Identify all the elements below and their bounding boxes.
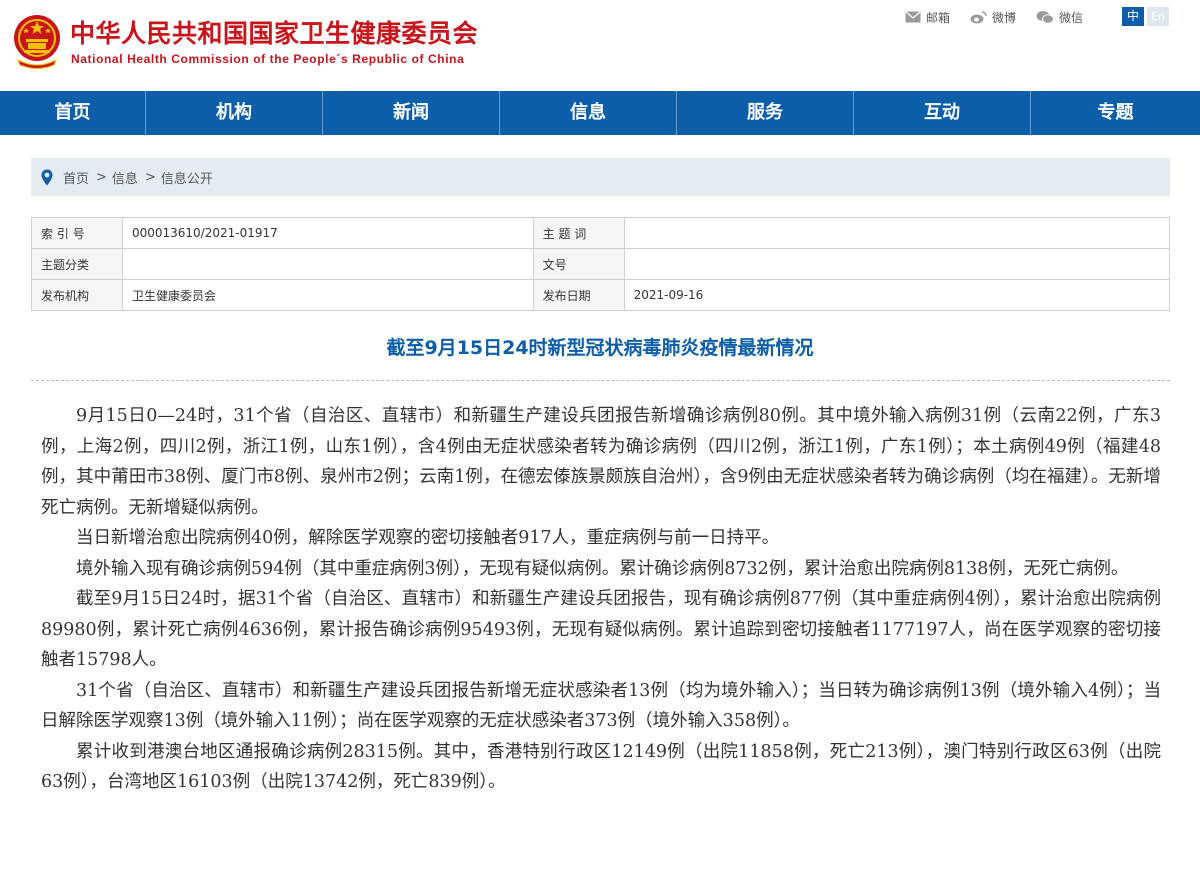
document-meta-table: 索 引 号 000013610/2021-01917 主 题 词 主题分类 文号… (31, 217, 1171, 311)
site-title-en[interactable]: National Health Commission of the People… (71, 52, 464, 66)
lang-en-button[interactable]: En (1147, 7, 1169, 26)
nav-item-news[interactable]: 新闻 (323, 91, 500, 135)
wechat-link[interactable]: 微信 (1036, 9, 1083, 26)
wechat-link-label: 微信 (1059, 10, 1084, 25)
category-label: 主题分类 (31, 248, 123, 280)
article-paragraph: 累计收到港澳台地区通报确诊病例28315例。其中，香港特别行政区12149例（出… (41, 741, 1161, 793)
publisher-label: 发布机构 (31, 279, 123, 311)
weibo-link-label: 微博 (992, 10, 1017, 25)
article-title: 截至9月15日24时新型冠状病毒肺炎疫情最新情况 (386, 337, 814, 359)
location-pin-icon (41, 169, 53, 185)
category-value (121, 248, 534, 280)
nav-item-info[interactable]: 信息 (500, 91, 677, 135)
nav-item-topics[interactable]: 专题 (1031, 91, 1200, 135)
national-emblem-icon[interactable] (12, 12, 62, 70)
title-divider (31, 380, 1170, 381)
keyword-value (623, 217, 1171, 249)
main-nav: 首页 机构 新闻 信息 服务 互动 专题 (0, 91, 1200, 135)
docno-value (623, 248, 1171, 280)
date-value: 2021-09-16 (623, 279, 1171, 311)
article-paragraph: 境外输入现有确诊病例594例（其中重症病例3例），无现有疑似病例。累计确诊病例8… (76, 558, 1129, 579)
keyword-label: 主 题 词 (532, 217, 625, 249)
index-value: 000013610/2021-01917 (121, 217, 534, 249)
breadcrumb-home[interactable]: 首页 (63, 168, 89, 187)
article-paragraph: 当日新增治愈出院病例40例，解除医学观察的密切接触者917人，重症病例与前一日持… (76, 528, 780, 548)
nav-item-service[interactable]: 服务 (677, 91, 854, 135)
breadcrumb-separator: > (96, 169, 107, 185)
table-row: 发布机构 卫生健康委员会 发布日期 2021-09-16 (31, 279, 1171, 311)
article-body: 9月15日0—24时，31个省（自治区、直辖市）和新疆生产建设兵团报告新增确诊病… (41, 401, 1161, 798)
publisher-value: 卫生健康委员会 (121, 279, 534, 311)
lang-zh-button[interactable]: 中 (1122, 7, 1144, 26)
nav-item-home[interactable]: 首页 (0, 91, 146, 135)
table-row: 索 引 号 000013610/2021-01917 主 题 词 (31, 217, 1171, 249)
date-label: 发布日期 (532, 279, 625, 311)
breadcrumb-separator: > (144, 169, 156, 185)
table-row: 主题分类 文号 (31, 248, 1171, 280)
mail-icon (905, 11, 921, 23)
mail-link-label: 邮箱 (926, 10, 951, 25)
nav-item-organization[interactable]: 机构 (146, 91, 323, 135)
article-paragraph: 9月15日0—24时，31个省（自治区、直辖市）和新疆生产建设兵团报告新增确诊病… (41, 406, 1161, 518)
top-links: 邮箱 微博 微信 (905, 7, 1103, 27)
index-label: 索 引 号 (31, 217, 123, 249)
breadcrumb: 首页 > 信息 > 信息公开 (31, 158, 1170, 196)
mail-link[interactable]: 邮箱 (905, 9, 950, 26)
nav-item-interaction[interactable]: 互动 (854, 91, 1031, 135)
breadcrumb-info[interactable]: 信息 (112, 168, 138, 187)
weibo-link[interactable]: 微博 (970, 9, 1016, 26)
wechat-icon (1036, 11, 1055, 24)
weibo-icon (970, 10, 987, 23)
article-paragraph: 31个省（自治区、直辖市）和新疆生产建设兵团报告新增无症状感染者13例（均为境外… (41, 680, 1161, 732)
site-title-cn[interactable]: 中华人民共和国国家卫生健康委员会 (70, 14, 478, 50)
article-paragraph: 截至9月15日24时，据31个省（自治区、直辖市）和新疆生产建设兵团报告，现有确… (41, 589, 1161, 670)
site-header: 中华人民共和国国家卫生健康委员会 National Health Commiss… (0, 0, 1200, 91)
breadcrumb-info-public[interactable]: 信息公开 (161, 168, 213, 187)
docno-label: 文号 (532, 248, 625, 280)
